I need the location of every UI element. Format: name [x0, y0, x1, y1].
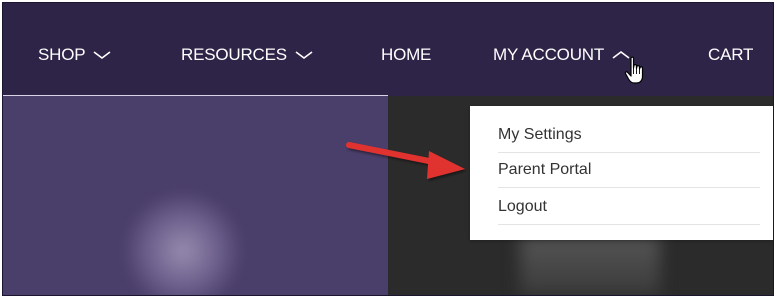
- menu-item-label: My Settings: [498, 126, 582, 143]
- hero-image-left: [3, 96, 388, 295]
- hand-pointer-icon: [624, 56, 644, 84]
- menu-item-my-settings[interactable]: My Settings: [498, 118, 760, 153]
- chevron-down-icon: [295, 50, 313, 60]
- menu-item-label: Logout: [498, 198, 547, 215]
- account-dropdown-menu: My Settings Parent Portal Logout: [470, 106, 773, 240]
- nav-item-label: CART: [708, 45, 754, 64]
- chevron-down-icon: [93, 50, 111, 60]
- main-navbar: SHOP RESOURCES HOME MY ACCOUNT CART: [3, 3, 773, 96]
- nav-item-label: RESOURCES: [181, 45, 287, 64]
- nav-item-cart[interactable]: CART: [708, 43, 753, 67]
- nav-item-shop[interactable]: SHOP: [38, 43, 111, 67]
- menu-item-label: Parent Portal: [498, 161, 592, 178]
- nav-item-label: MY ACCOUNT: [493, 45, 605, 64]
- nav-item-my-account[interactable]: MY ACCOUNT: [493, 43, 630, 67]
- blurred-content: [520, 236, 660, 295]
- screenshot-frame: SHOP RESOURCES HOME MY ACCOUNT CART My S…: [3, 3, 773, 295]
- annotation-arrow-icon: [346, 142, 465, 179]
- nav-item-home[interactable]: HOME: [381, 43, 431, 67]
- menu-item-parent-portal[interactable]: Parent Portal: [498, 153, 760, 188]
- blurred-avatar: [123, 191, 243, 295]
- nav-item-resources[interactable]: RESOURCES: [181, 43, 313, 67]
- nav-item-label: HOME: [381, 45, 432, 64]
- nav-item-label: SHOP: [38, 45, 86, 64]
- menu-item-logout[interactable]: Logout: [498, 190, 760, 225]
